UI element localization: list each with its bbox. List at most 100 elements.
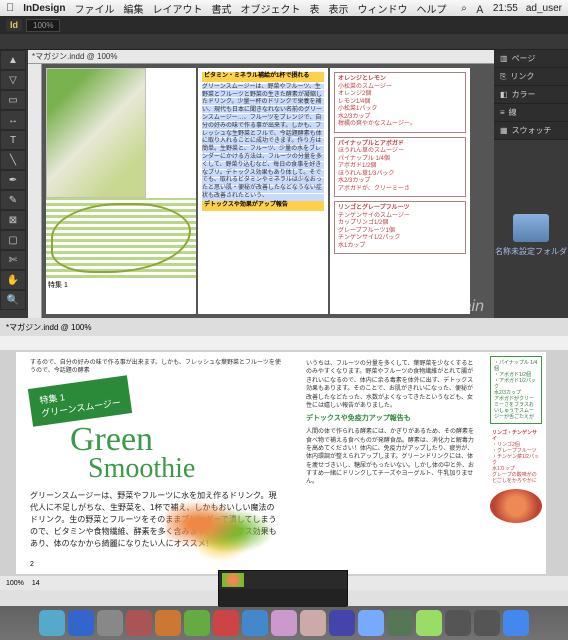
panel-pages[interactable]: ▥ページ [494, 50, 568, 68]
dock-app[interactable] [387, 610, 413, 636]
intro-text: するので、自分の好みの味で作る事が出来ます。しかも、フレッシュな葉野菜とフルーツ… [30, 360, 282, 376]
center-text-column[interactable]: ビタミン・ミネラル補給が1杯で摂れる グリーンスムージーは、野菜やフルーツ、生野… [198, 68, 328, 314]
yellow-footer: デトックスや効果がアップ報告 [202, 201, 324, 211]
dock-app[interactable] [474, 610, 500, 636]
panel-color[interactable]: ◧カラー [494, 86, 568, 104]
sidebar-recipe-2: リンゴ・チンゲンサイ ・リンゴ2個 ・グレープフルーツ ・チンゲン菜1/2パック… [490, 428, 542, 486]
rectangle-tool[interactable]: ▢ [0, 230, 26, 250]
line-tool[interactable]: ╲ [0, 150, 26, 170]
hand-tool[interactable]: ✋ [0, 270, 26, 290]
dock-app[interactable] [155, 610, 181, 636]
lower-spread[interactable]: するので、自分の好みの味で作る事が出来ます。しかも、フレッシュな葉野菜とフルーツ… [14, 350, 568, 576]
menu-help[interactable]: ヘルプ [416, 1, 446, 16]
document-area: *マガジン.indd @ 100% 特集 1 ビタミン・ミネラル補給が1杯で摂れ… [28, 50, 494, 318]
upper-workspace: ▲ ▽ ▭ ↔ T ╲ ✒ ✎ ⊠ ▢ ✄ ✋ 🔍 *マガジン.indd @ 1… [0, 50, 568, 318]
dock-app[interactable] [503, 610, 529, 636]
body-text-selected[interactable]: グリーンスムージーは、野菜やフルーツ、生野菜とフルーツと野菜の生きた酵素が凝縮し… [202, 84, 324, 201]
menu-object[interactable]: オブジェクト [240, 1, 300, 16]
status-zoom[interactable]: 100% [6, 580, 24, 587]
zoom-selector[interactable]: 100% [26, 19, 60, 32]
dock-app[interactable] [68, 610, 94, 636]
smoothie-photo[interactable] [46, 68, 146, 198]
yellow-heading: ビタミン・ミネラル補給が1杯で摂れる [202, 72, 324, 82]
menu-edit[interactable]: 編集 [123, 1, 143, 16]
page-tool[interactable]: ▭ [0, 90, 26, 110]
scissors-tool[interactable]: ✄ [0, 250, 26, 270]
title-green-smoothie: Green Smoothie [70, 424, 282, 483]
tomato-photo[interactable] [490, 489, 542, 523]
dock-app[interactable] [445, 610, 471, 636]
pencil-tool[interactable]: ✎ [0, 190, 26, 210]
floating-swatch-panel[interactable] [218, 570, 348, 606]
status-page[interactable]: 14 [32, 580, 40, 587]
dock-app[interactable] [39, 610, 65, 636]
search-icon[interactable]: ⌕ [461, 3, 467, 14]
swatch-thumb[interactable] [222, 573, 244, 587]
panels-dock: ▥ページ ⎘リンク ◧カラー ≡線 ▦スウォッチ 名称未設定フォルダ [494, 50, 568, 318]
dock-app[interactable] [126, 610, 152, 636]
apple-icon[interactable]:  [6, 2, 14, 14]
user-label: ad_user [526, 3, 562, 14]
zoom-tool[interactable]: 🔍 [0, 290, 26, 310]
lower-page-left[interactable]: するので、自分の好みの味で作る事が出来ます。しかも、フレッシュな葉野菜とフルーツ… [16, 352, 296, 574]
vertical-ruler[interactable] [28, 64, 42, 318]
swirl-graphic[interactable] [166, 496, 276, 566]
selection-tool[interactable]: ▲ [0, 50, 26, 70]
right-para-1: いうちは、フルーツの分量を多くして、葉野菜を少なくするとのみやすくなります。野菜… [306, 360, 476, 410]
stroke-icon: ≡ [500, 108, 505, 117]
pattern-graphic[interactable] [46, 198, 196, 278]
dock-app[interactable] [184, 610, 210, 636]
menu-file[interactable]: ファイル [74, 1, 114, 16]
dock-app[interactable] [358, 610, 384, 636]
dock-app[interactable] [271, 610, 297, 636]
right-subhead: デトックスや免疫力アップ報告も [306, 414, 476, 424]
control-toolbar[interactable] [0, 34, 568, 50]
lower-doc-tab[interactable]: *マガジン.indd @ 100% [6, 322, 92, 333]
menu-layout[interactable]: レイアウト [152, 1, 202, 16]
dock-app[interactable] [329, 610, 355, 636]
sidebar-recipes[interactable]: ・パイナップル 1/4個 ・アボガド1/2個 ・アボガド1/2パック 水2/3カ… [486, 352, 546, 574]
feature-caption: 特集 1 [46, 278, 196, 292]
page-left[interactable]: 特集 1 [46, 68, 196, 314]
gap-tool[interactable]: ↔ [0, 110, 26, 130]
folder-icon[interactable] [513, 214, 549, 242]
lower-horizontal-ruler[interactable] [0, 336, 568, 350]
recipe-box-3[interactable]: リンゴとグレープフルーツ チンゲンサイのスムージー カップリンゴ1/2個 グレー… [334, 201, 466, 254]
recipe-box-2[interactable]: パイナップルとアボガド ほうれん草のスムージー パイナップル 1/4個 アボガド… [334, 137, 466, 198]
page-number-left: 2 [30, 561, 34, 568]
rectangle-frame-tool[interactable]: ⊠ [0, 210, 26, 230]
menu-window[interactable]: ウィンドウ [357, 1, 407, 16]
input-icon[interactable]: Ａ [475, 1, 485, 16]
dock-app[interactable] [300, 610, 326, 636]
swatches-icon: ▦ [500, 126, 508, 135]
recipe-box-1[interactable]: オレンジとレモン 小松菜のスムージー オレンジ2個 レモン1/4個 小松菜1パッ… [334, 72, 466, 133]
dock-app[interactable] [213, 610, 239, 636]
tool-palette: ▲ ▽ ▭ ↔ T ╲ ✒ ✎ ⊠ ▢ ✄ ✋ 🔍 [0, 50, 28, 318]
direct-selection-tool[interactable]: ▽ [0, 70, 26, 90]
upper-spread[interactable]: 特集 1 ビタミン・ミネラル補給が1杯で摂れる グリーンスムージーは、野菜やフル… [42, 64, 494, 318]
horizontal-ruler[interactable]: *マガジン.indd @ 100% [28, 50, 494, 64]
panel-links[interactable]: ⎘リンク [494, 68, 568, 86]
menu-type[interactable]: 書式 [211, 1, 231, 16]
dock-app[interactable] [242, 610, 268, 636]
feature-badge: 特集 1グリーンスムージー [28, 375, 133, 427]
watermark: Attain [443, 298, 484, 316]
recipe-column[interactable]: オレンジとレモン 小松菜のスムージー オレンジ2個 レモン1/4個 小松菜1パッ… [330, 68, 470, 314]
panel-stroke[interactable]: ≡線 [494, 104, 568, 122]
folder-label: 名称未設定フォルダ [494, 246, 568, 257]
doc-tab[interactable]: *マガジン.indd @ 100% [32, 51, 118, 62]
lower-ruler-v[interactable] [0, 350, 14, 576]
app-name[interactable]: InDesign [23, 3, 65, 14]
menu-table[interactable]: 表 [309, 1, 319, 16]
type-tool[interactable]: T [0, 130, 26, 150]
panel-swatches[interactable]: ▦スウォッチ [494, 122, 568, 140]
lower-page-right[interactable]: いうちは、フルーツの分量を多くして、葉野菜を少なくするとのみやすくなります。野菜… [296, 352, 486, 574]
app-badge: Id [6, 19, 22, 31]
pen-tool[interactable]: ✒ [0, 170, 26, 190]
pages-icon: ▥ [500, 54, 508, 63]
color-icon: ◧ [500, 90, 508, 99]
dock-app[interactable] [416, 610, 442, 636]
clock: 21:55 [493, 3, 518, 14]
menu-view[interactable]: 表示 [328, 1, 348, 16]
dock-app[interactable] [97, 610, 123, 636]
